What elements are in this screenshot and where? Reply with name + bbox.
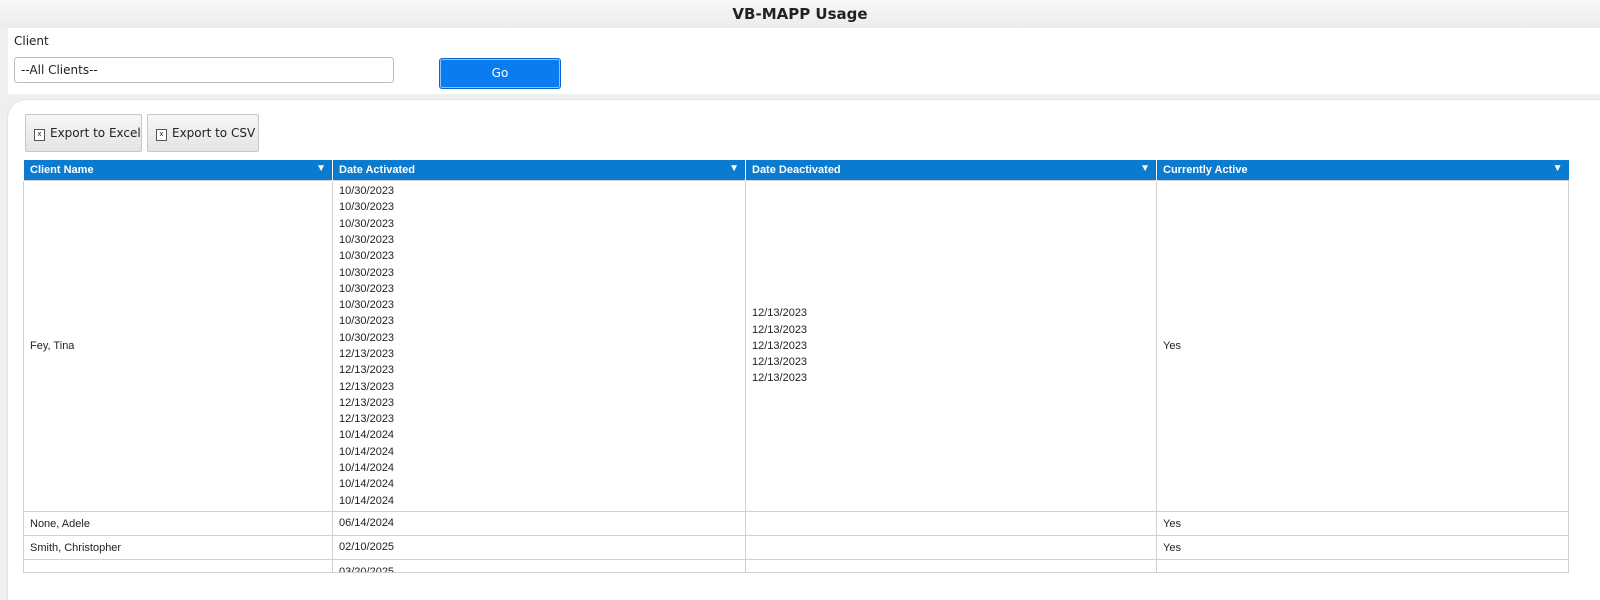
cell-date-activated: 06/14/2024	[332, 511, 746, 536]
date-value: 10/30/2023	[339, 331, 395, 344]
cell-currently-active: Yes	[1156, 535, 1569, 560]
cell-date-deactivated	[745, 559, 1157, 573]
date-value: 12/13/2023	[339, 413, 395, 426]
date-value: 12/13/2023	[752, 356, 808, 369]
cell-date-deactivated	[745, 535, 1157, 560]
filter-icon[interactable]: ▼	[729, 163, 739, 174]
filter-icon[interactable]: ▼	[1140, 163, 1150, 174]
usage-table: Client Name ▼ Date Activated ▼ Date Deacti…	[23, 160, 1569, 573]
date-value: 12/13/2023	[339, 380, 395, 393]
date-value: 12/13/2023	[339, 396, 395, 409]
date-value: 10/30/2023	[339, 185, 395, 198]
date-value: 12/13/2023	[752, 323, 808, 336]
date-value: 10/30/2023	[339, 282, 395, 295]
column-header-date-deactivated[interactable]: Date Deactivated ▼	[745, 160, 1157, 181]
cell-client-name	[23, 559, 333, 573]
client-label: Client	[14, 34, 49, 48]
column-header-currently-active[interactable]: Currently Active ▼	[1156, 160, 1569, 181]
csv-file-icon: x	[156, 129, 167, 141]
column-header-client-name[interactable]: Client Name ▼	[23, 160, 333, 181]
client-select[interactable]: --All Clients--	[14, 57, 394, 83]
date-value: 10/14/2024	[339, 478, 395, 491]
date-value: 12/13/2023	[339, 364, 395, 377]
filter-icon[interactable]: ▼	[1553, 163, 1563, 174]
cell-currently-active	[1156, 559, 1569, 573]
cell-currently-active: Yes	[1156, 511, 1569, 536]
table-row[interactable]: Smith, Christopher 02/10/2025 Yes	[23, 535, 1569, 560]
date-value: 10/14/2024	[339, 494, 395, 507]
column-header-date-activated[interactable]: Date Activated ▼	[332, 160, 746, 181]
date-value: 10/30/2023	[339, 250, 395, 263]
date-value: 12/13/2023	[752, 307, 808, 320]
date-value: 12/13/2023	[752, 339, 808, 352]
cell-client-name: Smith, Christopher	[23, 535, 333, 560]
cell-date-activated: 02/10/2025	[332, 535, 746, 560]
filter-icon[interactable]: ▼	[316, 163, 326, 174]
date-value: 10/14/2024	[339, 429, 395, 442]
date-value: 10/14/2024	[339, 462, 395, 475]
date-value: 10/30/2023	[339, 217, 395, 230]
export-csv-button[interactable]: x Export to CSV	[147, 114, 259, 152]
date-value: 02/10/2025	[339, 541, 395, 554]
date-value: 10/30/2023	[339, 233, 395, 246]
date-value: 12/13/2023	[339, 348, 395, 360]
page-title: VB-MAPP Usage	[0, 0, 1600, 28]
cell-date-deactivated: 12/13/2023 12/13/2023 12/13/2023 12/13/2023…	[745, 180, 1157, 512]
table-row[interactable]: None, Adele 06/14/2024 Yes	[23, 511, 1569, 536]
table-row[interactable]: Fey, Tina 10/30/2023 10/30/2023 10/30/2023 1…	[23, 180, 1569, 512]
date-value: 10/14/2024	[339, 445, 395, 458]
cell-date-activated: 10/30/2023 10/30/2023 10/30/2023 10/30/2023…	[332, 180, 746, 512]
date-value: 10/30/2023	[339, 266, 395, 279]
date-value: 03/20/2025	[339, 566, 395, 572]
date-value: 06/14/2024	[339, 517, 395, 530]
cell-currently-active: Yes	[1156, 180, 1569, 512]
go-button[interactable]: Go	[439, 58, 561, 89]
export-excel-label: Export to Excel	[50, 126, 141, 140]
table-header-row: Client Name ▼ Date Activated ▼ Date Deacti…	[23, 160, 1569, 181]
date-value: 10/30/2023	[339, 201, 395, 214]
date-value: 10/30/2023	[339, 299, 395, 312]
date-value: 10/30/2023	[339, 315, 395, 328]
cell-date-deactivated	[745, 511, 1157, 536]
cell-client-name: None, Adele	[23, 511, 333, 536]
filter-bar: Client --All Clients-- Go	[8, 28, 1600, 94]
cell-date-activated: 03/20/2025	[332, 559, 746, 573]
date-value: 12/13/2023	[752, 372, 808, 385]
cell-client-name: Fey, Tina	[23, 180, 333, 512]
table-row[interactable]: 03/20/2025	[23, 559, 1569, 573]
export-csv-label: Export to CSV	[172, 126, 256, 140]
excel-file-icon: x	[34, 129, 45, 141]
export-excel-button[interactable]: x Export to Excel	[25, 114, 142, 152]
